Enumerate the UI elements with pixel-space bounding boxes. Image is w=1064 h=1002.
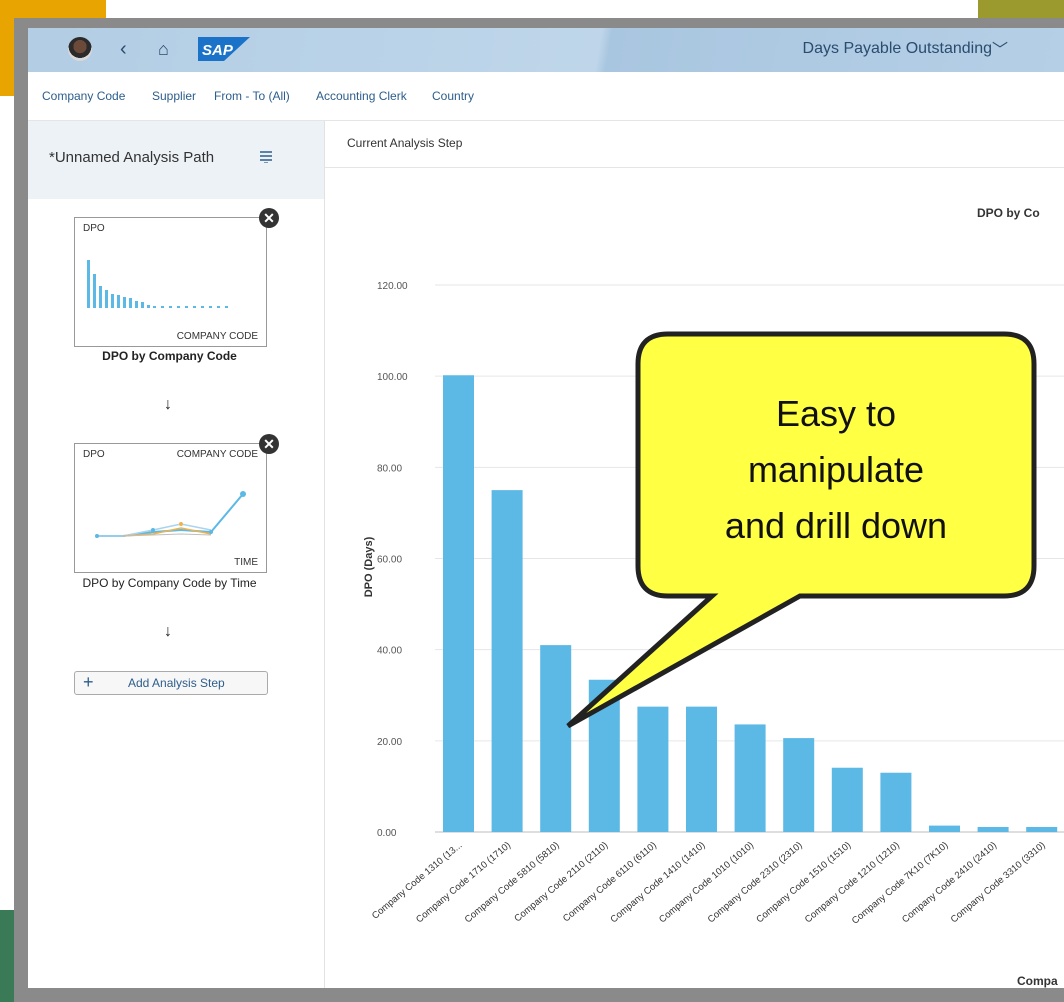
bar[interactable] <box>929 825 960 832</box>
analysis-path-header: *Unnamed Analysis Path <box>28 121 324 199</box>
filter-accounting-clerk[interactable]: Accounting Clerk <box>316 89 407 103</box>
home-icon[interactable]: ⌂ <box>158 38 169 60</box>
filter-company-code[interactable]: Company Code <box>42 89 125 103</box>
y-tick-label: 60.00 <box>377 555 402 566</box>
bar[interactable] <box>977 826 1009 832</box>
plus-icon: + <box>83 672 94 692</box>
filter-from-to[interactable]: From - To (All) <box>214 89 290 103</box>
sap-logo[interactable]: SAP <box>198 37 250 61</box>
analysis-path-title: *Unnamed Analysis Path <box>49 149 215 166</box>
bar[interactable] <box>686 706 717 832</box>
y-tick-label: 100.00 <box>377 372 408 383</box>
x-tick-label: Company Code 3310 (3310) <box>949 840 1048 925</box>
x-tick-label: Company Code 5810 (5810) <box>463 840 562 925</box>
y-tick-label: 0.00 <box>377 828 397 839</box>
chart-bars <box>443 375 1058 832</box>
x-axis-label: Compa <box>1017 974 1058 988</box>
y-tick-label: 120.00 <box>377 281 408 292</box>
x-tick-label: Company Code 1310 (13... <box>370 840 464 922</box>
filter-supplier[interactable]: Supplier <box>152 89 196 103</box>
add-step-label: Add Analysis Step <box>128 676 225 690</box>
x-tick-label: Company Code 1410 (1410) <box>609 840 708 925</box>
chevron-down-icon[interactable]: ﹀ <box>992 36 1008 60</box>
filter-bar: Company Code Supplier From - To (All) Ac… <box>28 72 1064 121</box>
add-analysis-step-button[interactable]: + Add Analysis Step <box>74 671 268 695</box>
bar[interactable] <box>491 490 523 832</box>
step-caption: DPO by Company Code by Time <box>82 576 257 590</box>
menu-icon[interactable] <box>260 151 272 163</box>
bar[interactable] <box>443 375 474 832</box>
bar[interactable] <box>831 767 863 832</box>
thumb-bar-chart <box>87 260 228 308</box>
bar[interactable] <box>540 645 572 832</box>
bar[interactable] <box>783 738 815 832</box>
analysis-path-pane: *Unnamed Analysis Path DPO COMPANY CODE … <box>28 121 325 988</box>
app-window: ‹ ⌂ SAP Days Payable Outstanding ﹀ Compa… <box>28 28 1064 988</box>
dpo-bar-chart[interactable]: DPO by Co DPO (Days) Compa 0.00 20.00 40.0… <box>325 167 1064 988</box>
arrow-down-icon: ↓ <box>164 623 172 640</box>
avatar[interactable] <box>68 37 92 61</box>
thumb-y-label: DPO <box>83 449 105 460</box>
thumb-legend-label: COMPANY CODE <box>176 449 258 460</box>
x-tick-label: Company Code 7K10 (7K10) <box>850 840 951 927</box>
sap-logo-text: SAP <box>202 42 234 59</box>
current-step-header: Current Analysis Step <box>325 121 1064 168</box>
step-card-dpo-by-company-code-by-time[interactable]: DPO COMPANY CODE TIME <box>74 443 267 573</box>
bar[interactable] <box>880 772 912 832</box>
x-tick-label: Company Code 1710 (1710) <box>414 840 513 925</box>
y-axis-label: DPO (Days) <box>363 536 375 597</box>
x-tick-label: Company Code 2110 (2110) <box>512 840 610 925</box>
analysis-step-panel: Current Analysis Step DPO by Co DPO (Day… <box>325 121 1064 988</box>
x-tick-label: Company Code 2310 (2310) <box>706 840 805 925</box>
close-icon[interactable]: ✕ <box>259 434 279 454</box>
thumb-x-label: COMPANY CODE <box>176 331 258 342</box>
thumb-y-label: DPO <box>83 223 105 234</box>
y-tick-label: 40.00 <box>377 646 402 657</box>
bar[interactable] <box>1026 826 1058 832</box>
x-tick-label: Company Code 1010 (1010) <box>657 840 756 925</box>
bar[interactable] <box>734 724 766 832</box>
back-icon[interactable]: ‹ <box>120 38 127 60</box>
close-icon[interactable]: ✕ <box>259 208 279 228</box>
chart-x-ticks: Company Code 1310 (13...Company Code 171… <box>370 840 1048 927</box>
thumb-line-chart <box>95 491 246 538</box>
x-tick-label: Company Code 1510 (1510) <box>754 840 853 925</box>
step-caption: DPO by Company Code <box>102 349 237 363</box>
x-tick-label: Company Code 1210 (1210) <box>803 840 902 925</box>
chart-title: DPO by Co <box>977 206 1040 220</box>
app-title[interactable]: Days Payable Outstanding <box>803 40 992 58</box>
thumb-x-label: TIME <box>234 557 258 568</box>
shell-bar: ‹ ⌂ SAP Days Payable Outstanding ﹀ <box>28 28 1064 72</box>
step-card-dpo-by-company-code[interactable]: DPO COMPANY CODE <box>74 217 267 347</box>
x-tick-label: Company Code 6110 (6110) <box>561 840 659 925</box>
x-tick-label: Company Code 2410 (2410) <box>900 840 999 925</box>
chart-grid: 0.00 20.00 40.00 60.00 80.00 100.00 120.00 <box>377 281 1064 839</box>
bar[interactable] <box>588 679 620 832</box>
filter-country[interactable]: Country <box>432 89 474 103</box>
current-step-label: Current Analysis Step <box>347 136 463 150</box>
bar[interactable] <box>637 706 669 832</box>
arrow-down-icon: ↓ <box>164 396 172 413</box>
y-tick-label: 20.00 <box>377 737 402 748</box>
y-tick-label: 80.00 <box>377 463 402 474</box>
